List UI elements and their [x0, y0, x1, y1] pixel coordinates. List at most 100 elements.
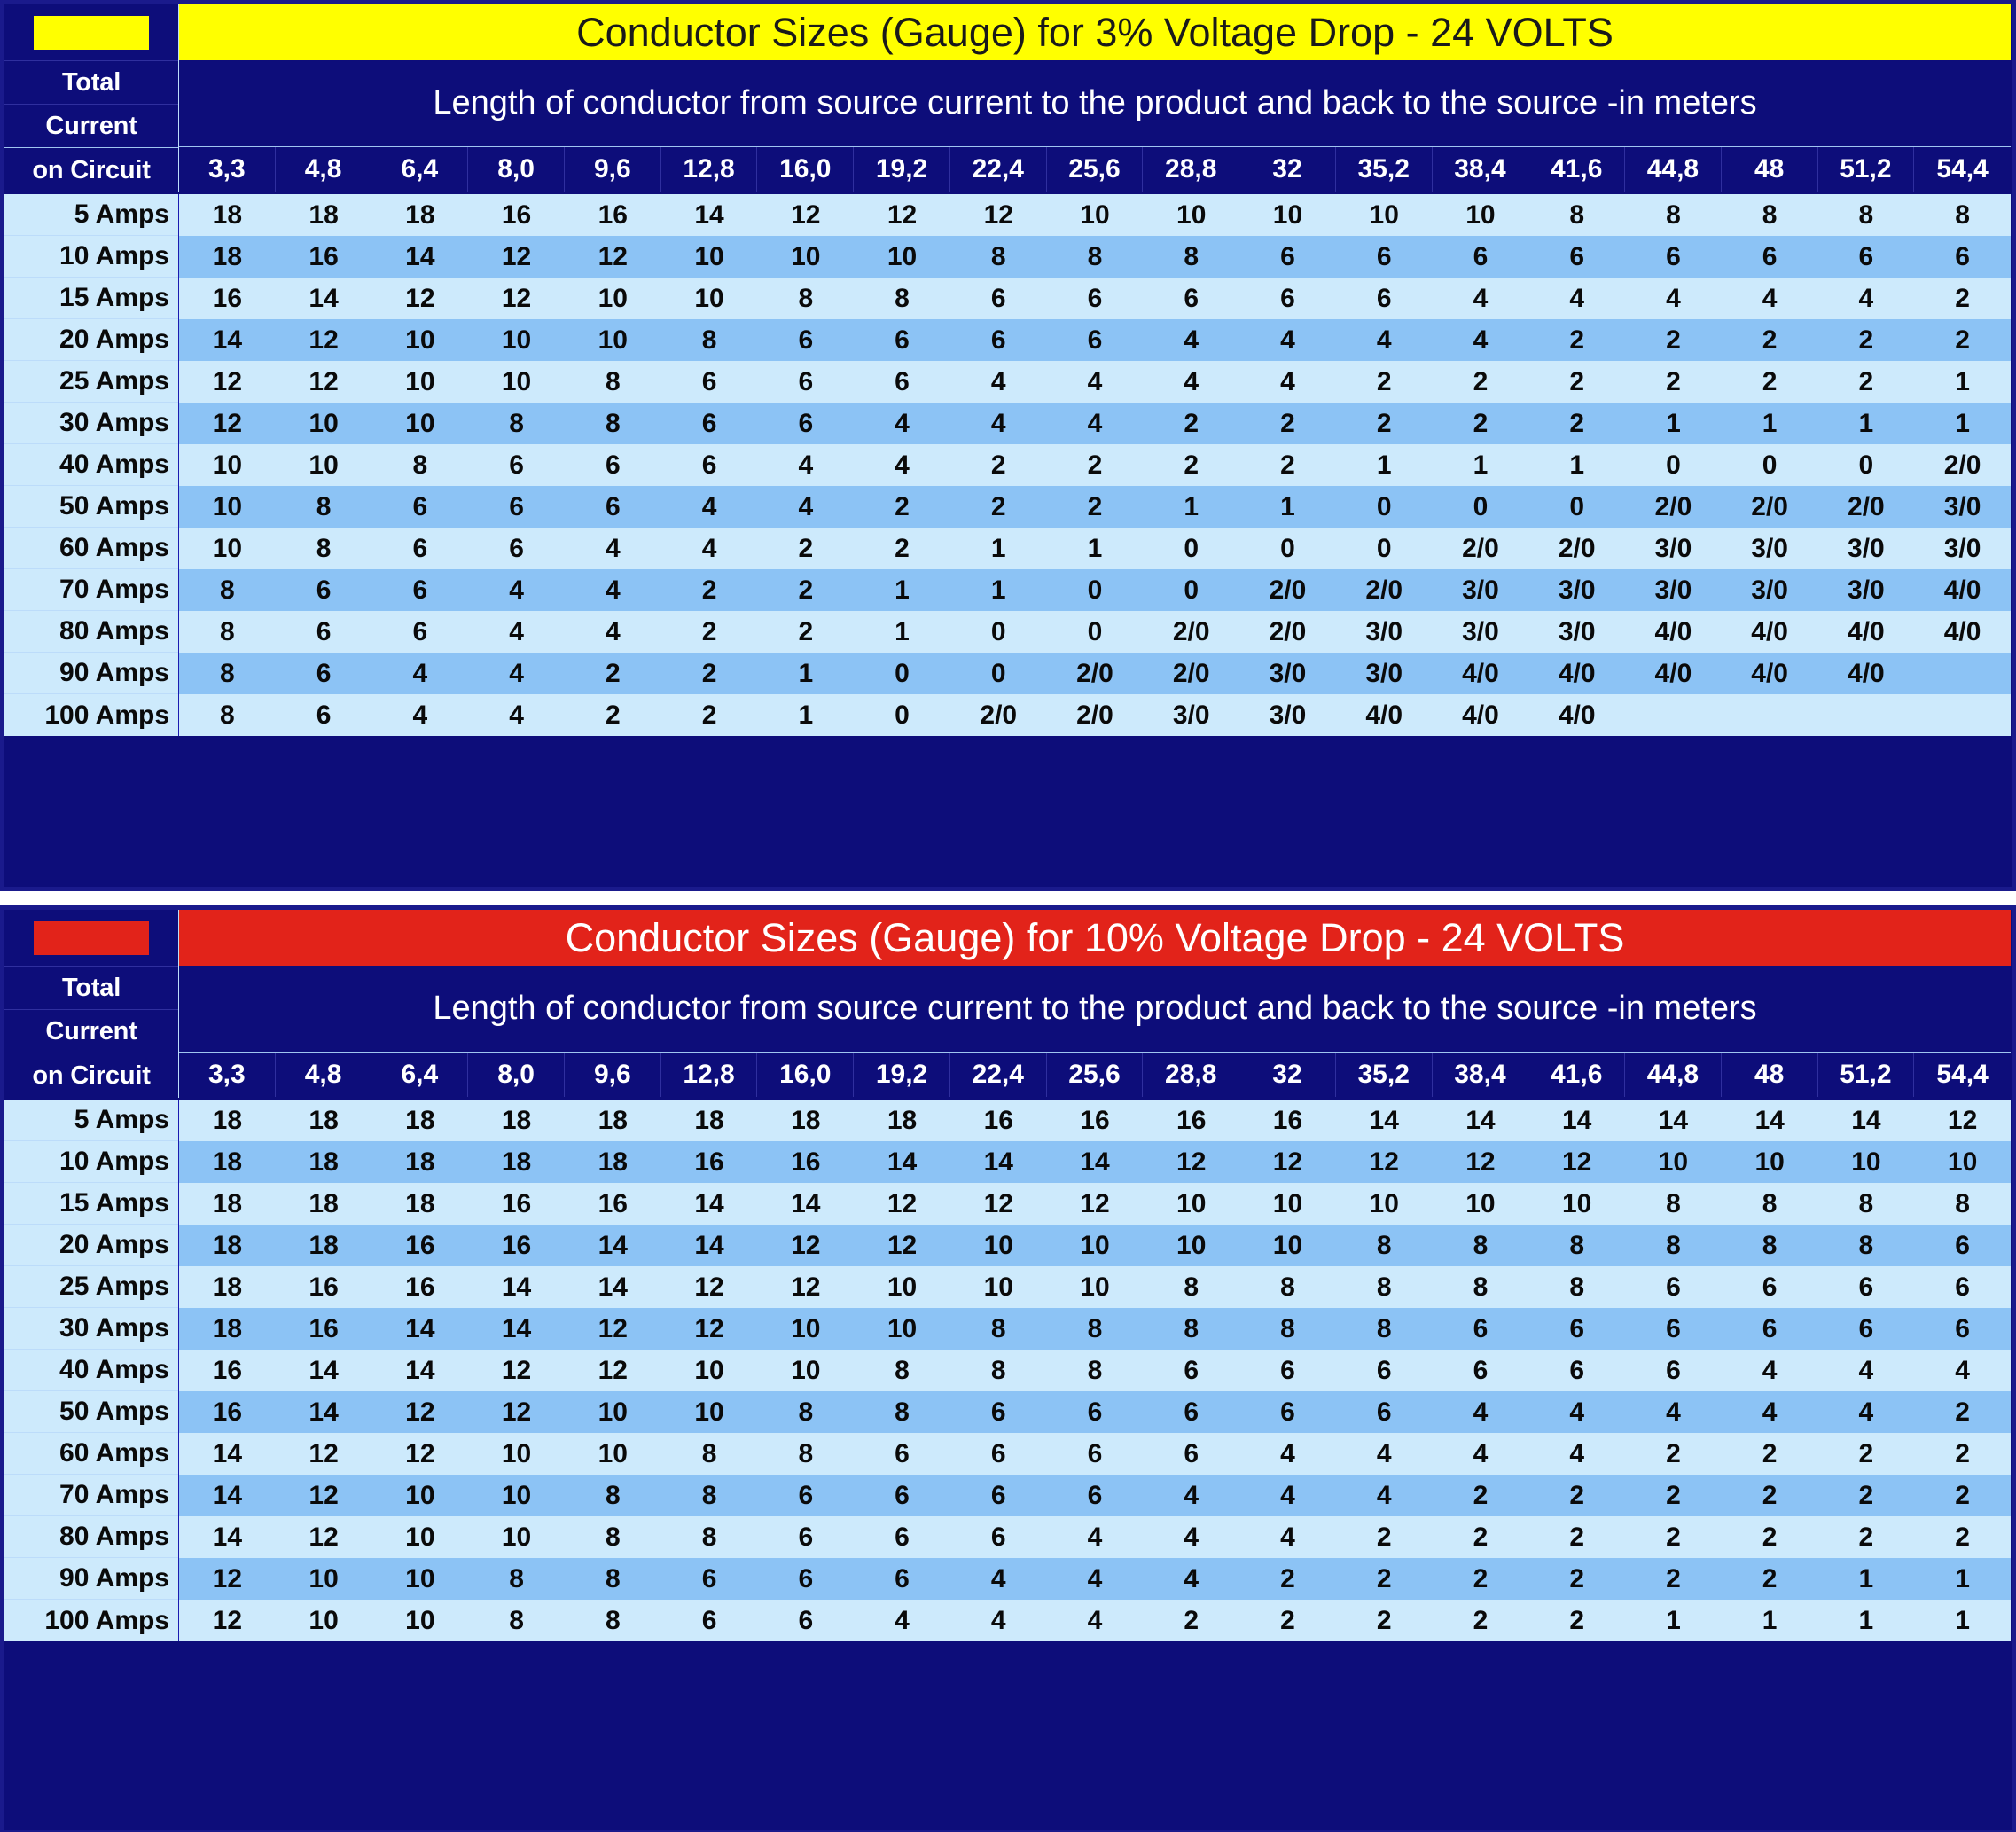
gauge-cell: 0 [1666, 450, 1681, 480]
gauge-cell: 8 [605, 1480, 621, 1510]
gauge-cell: 14 [405, 1355, 435, 1385]
gauge-cell: 2 [1473, 408, 1489, 438]
gauge-cell: 2 [1473, 1522, 1489, 1552]
column-header-6: 16,0 [757, 1053, 855, 1097]
gauge-cell: 2 [1569, 1522, 1585, 1552]
gauge-cell: 6 [1762, 1272, 1778, 1302]
gauge-cell: 12 [501, 241, 532, 271]
gauge-cell: 2 [1858, 366, 1874, 396]
table2-subtitle: Length of conductor from source current … [179, 966, 2011, 1053]
gauge-cell: 10 [983, 1272, 1013, 1302]
gauge-cell: 10 [887, 1313, 918, 1343]
gauge-cell: 8 [798, 283, 814, 313]
gauge-cell: 10 [1272, 1230, 1303, 1260]
gauge-cell: 0 [1473, 491, 1489, 521]
gauge-cell: 3/0 [1943, 533, 1981, 563]
gauge-cell: 8 [1569, 200, 1585, 230]
gauge-cell: 6 [316, 658, 332, 688]
table2-title: Conductor Sizes (Gauge) for 10% Voltage … [179, 910, 2011, 966]
gauge-cell: 4 [509, 616, 524, 646]
gauge-cell: 16 [983, 1105, 1013, 1135]
gauge-cell: 0 [990, 658, 1006, 688]
gauge-cell: 14 [598, 1272, 628, 1302]
row-label-12: 100 Amps [44, 1605, 169, 1635]
gauge-cell: 4/0 [1654, 616, 1692, 646]
gauge-cell: 8 [1184, 1272, 1199, 1302]
gauge-cell: 14 [1465, 1105, 1496, 1135]
row-label-4: 25 Amps [4, 361, 178, 403]
gauge-cell: 3/0 [1751, 575, 1788, 605]
gauge-cell: 3/0 [1558, 575, 1596, 605]
gauge-cell: 2/0 [1558, 533, 1596, 563]
gauge-cell: 12 [887, 200, 918, 230]
gauge-cell: 12 [887, 1230, 918, 1260]
gauge-cell: 6 [1473, 241, 1489, 271]
gauge-cell: 2 [1473, 1480, 1489, 1510]
gauge-cell: 2 [1955, 1522, 1970, 1552]
gauge-cell: 10 [887, 241, 918, 271]
column-header-4: 9,6 [565, 147, 661, 192]
gauge-cell: 1 [1762, 408, 1778, 438]
table1-right-header: Conductor Sizes (Gauge) for 3% Voltage D… [179, 4, 2011, 192]
gauge-cell: 2 [1762, 1563, 1778, 1593]
gauge-cell: 18 [405, 1188, 435, 1218]
gauge-cell: 2 [1762, 325, 1778, 355]
gauge-cell: 6 [1473, 1313, 1489, 1343]
gauge-cell: 4 [990, 408, 1006, 438]
gauge-cell: 12 [791, 1272, 821, 1302]
gauge-cell: 14 [212, 325, 243, 355]
gauge-cell: 8 [1473, 1272, 1489, 1302]
gauge-cell: 16 [598, 1188, 628, 1218]
gauge-cell: 4/0 [1558, 700, 1596, 730]
gauge-cell: 2 [1762, 1438, 1778, 1468]
gauge-cell: 4/0 [1365, 700, 1403, 730]
gauge-cell: 8 [990, 1313, 1006, 1343]
gauge-cell: 4 [1184, 1563, 1199, 1593]
table1-row-labels: 5 Amps 10 Amps 15 Amps 20 Amps 25 Amps 30 Amp… [4, 192, 178, 736]
gauge-cell: 2 [1762, 1522, 1778, 1552]
gauge-cell: 2 [1473, 1563, 1489, 1593]
gauge-cell: 2 [1762, 366, 1778, 396]
gauge-cell: 4 [605, 616, 621, 646]
gauge-cell: 10 [212, 491, 243, 521]
gauge-cell: 4 [1762, 1355, 1778, 1385]
gauge-cell: 0 [1376, 491, 1392, 521]
row-label-3: 20 Amps [4, 319, 178, 361]
gauge-cell: 2 [1473, 1605, 1489, 1635]
table-row: 18 16 14 12 12 10 10 10 8 8 8 6 6 6 6 6 6 6 6 [179, 236, 2011, 278]
gauge-cell: 6 [316, 575, 332, 605]
gauge-cell: 3/0 [1654, 533, 1692, 563]
gauge-cell: 2 [1666, 325, 1681, 355]
gauge-cell: 8 [1666, 200, 1681, 230]
gauge-cell: 14 [694, 1230, 724, 1260]
table-row: 12 10 10 8 8 6 6 4 4 4 2 2 2 2 2 1 1 1 1 [179, 1600, 2011, 1641]
gauge-cell: 6 [701, 450, 717, 480]
gauge-cell: 6 [1569, 1313, 1585, 1343]
gauge-cell: 12 [1465, 1147, 1496, 1177]
gauge-cell: 14 [309, 1397, 339, 1427]
table-row: 18 18 18 16 16 14 14 12 12 12 10 10 10 10 10 8 8 8 8 [179, 1183, 2011, 1225]
gauge-cell: 12 [501, 1355, 532, 1385]
gauge-cell: 2/0 [1943, 450, 1981, 480]
gauge-cell: 16 [212, 1397, 243, 1427]
gauge-cell: 4 [895, 450, 910, 480]
gauge-cell: 6 [1858, 1313, 1874, 1343]
gauge-cell: 10 [309, 1563, 339, 1593]
gauge-cell: 4 [1955, 1355, 1970, 1385]
gauge-cell: 1 [1087, 533, 1103, 563]
gauge-cell: 10 [694, 1355, 724, 1385]
column-header-5: 12,8 [661, 1053, 758, 1097]
red-legend-swatch [34, 920, 149, 955]
column-header-18: 54,4 [1936, 154, 1989, 184]
gauge-cell: 6 [895, 325, 910, 355]
gauge-cell: 4/0 [1462, 700, 1499, 730]
gauge-cell: 6 [509, 533, 524, 563]
gauge-cell: 1 [990, 575, 1006, 605]
gauge-cell: 0 [1280, 533, 1295, 563]
column-header-11: 32 [1239, 147, 1336, 192]
gauge-cell: 8 [220, 616, 235, 646]
gauge-cell: 3/0 [1943, 491, 1981, 521]
gauge-cell: 2 [798, 575, 814, 605]
gauge-cell: 4 [798, 491, 814, 521]
table-row: 10 8 6 6 4 4 2 2 1 1 0 0 0 2/0 2/0 3/0 3/0 3/0 3/0 [179, 528, 2011, 569]
